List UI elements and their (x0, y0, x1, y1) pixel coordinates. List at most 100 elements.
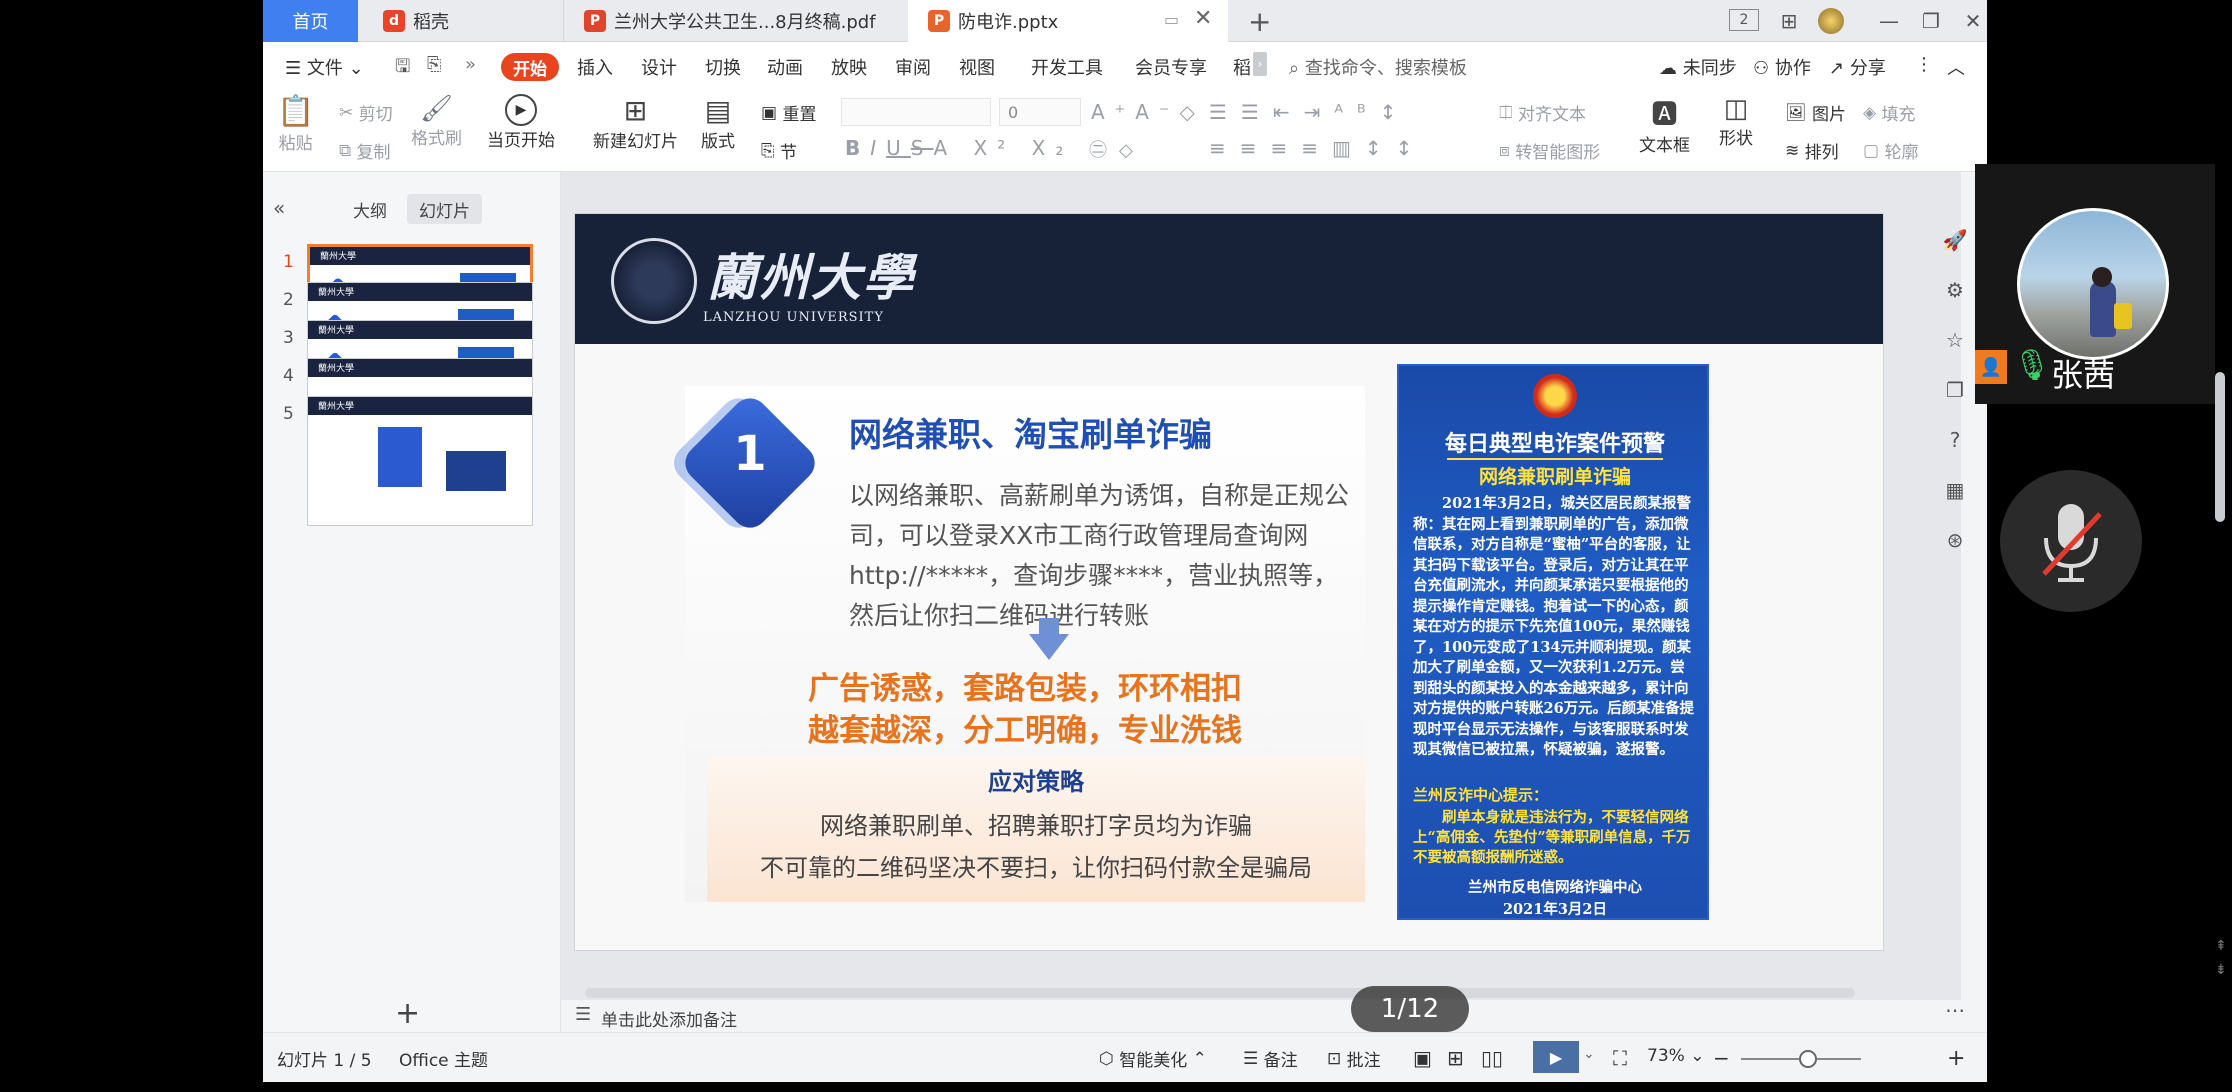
thumb-logo: 蘭州大學 (318, 326, 355, 336)
export-pdf-icon[interactable]: ⎘ (427, 54, 441, 75)
slide-1[interactable]: 蘭州大學 LANZHOU UNIVERSITY 1 网络兼职、淘宝刷单诈骗 以网… (575, 214, 1883, 950)
help-icon[interactable]: ? (1942, 428, 1968, 454)
save-icon[interactable]: 🖫 (395, 54, 410, 84)
copy-button[interactable]: ⧉ 复制 (339, 138, 391, 164)
font-family-select[interactable] (841, 98, 991, 126)
font-size-adjust-icons[interactable]: A⁺A⁻◇ (1091, 100, 1205, 124)
slideshow-play-button[interactable]: ▶ (1533, 1041, 1579, 1073)
mute-button[interactable] (2000, 470, 2142, 612)
scrollbar-thumb[interactable] (2215, 372, 2225, 522)
reset-button[interactable]: ▣ 重置 (761, 100, 816, 126)
outline-button[interactable]: ▢ 轮廓 (1863, 138, 1918, 164)
add-tab-button[interactable]: + (1248, 0, 1271, 42)
tab-docer[interactable]: d 稻壳 (383, 0, 583, 42)
collapse-panel-icon[interactable]: « (273, 196, 285, 220)
next-slide-icon[interactable]: ⇟ (2215, 962, 2227, 978)
menu-transition[interactable]: 切换 (705, 54, 741, 80)
grid-apps-icon[interactable]: ⊞ (1773, 6, 1805, 36)
compass-icon[interactable]: ⊛ (1942, 528, 1968, 554)
more-dots-icon[interactable]: ⋯ (1942, 998, 1968, 1024)
share-button[interactable]: ↗ 分享 (1829, 54, 1886, 80)
list-icons[interactable]: ☰☰⇤⇥ᴬᴮ↕ (1209, 100, 1410, 124)
menu-docer[interactable]: 稻 (1233, 54, 1251, 80)
menu-start[interactable]: 开始 (501, 53, 559, 81)
text-format-icons[interactable]: BIUSA X² X₂ (845, 136, 1073, 160)
tab-pptx[interactable]: P 防电诈.pptx ▭ ✕ (908, 0, 1228, 42)
zoom-out-icon[interactable]: − (1713, 1046, 1730, 1070)
slide-thumbnail-5[interactable]: 蘭州大學 (307, 396, 533, 526)
notes-pane[interactable]: ☰ 单击此处添加备注 (561, 1000, 1961, 1032)
horizontal-scrollbar[interactable] (585, 988, 1855, 998)
ribbon-toolbar: 📋 粘贴 ✂ 剪切 ⧉ 复制 🖌 格式刷 ▶ 当页开始 ⊞ 新建幻灯片 ▤ 版式… (263, 92, 1987, 172)
sync-label: 未同步 (1682, 58, 1737, 79)
collaborate-button[interactable]: ⚇ 协作 (1753, 54, 1811, 80)
paste-button[interactable]: 📋 粘贴 (277, 94, 314, 154)
tab-outline[interactable]: 大纲 (341, 194, 399, 224)
notes-toggle-button[interactable]: ☰ 备注 (1243, 1046, 1298, 1072)
zoom-slider-handle[interactable] (1799, 1050, 1817, 1068)
menu-view[interactable]: 视图 (959, 54, 995, 80)
collapse-ribbon-icon[interactable]: ︿ (1947, 54, 1965, 80)
add-slide-button[interactable]: + (395, 996, 420, 1031)
align-text-button[interactable]: ⎅ 对齐文本 (1499, 100, 1586, 126)
slideshow-options-icon[interactable]: ⌄ (1583, 1046, 1595, 1062)
reading-view-icon[interactable]: ▯▯ (1481, 1046, 1503, 1070)
normal-view-icon[interactable]: ▣ (1413, 1046, 1432, 1070)
layout-button[interactable]: ▤ 版式 (701, 94, 735, 152)
fit-window-icon[interactable]: ⛶ (1613, 1046, 1627, 1070)
menu-insert[interactable]: 插入 (577, 54, 613, 80)
star-icon[interactable]: ☆ (1942, 328, 1968, 354)
menu-scroll-right-icon[interactable]: › (1253, 52, 1267, 76)
play-from-current-button[interactable]: ▶ 当页开始 (487, 94, 555, 151)
float-window-icon[interactable]: ▭ (1164, 10, 1179, 29)
menu-animation[interactable]: 动画 (767, 54, 803, 80)
vertical-scrollbar[interactable] (2213, 372, 2227, 1092)
picture-button[interactable]: 🖼 图片 (1785, 100, 1846, 126)
zoom-level[interactable]: 73% ⌄ (1647, 1046, 1704, 1066)
fill-button[interactable]: ◈ 填充 (1863, 100, 1915, 126)
minimize-icon[interactable]: — (1873, 6, 1905, 36)
theme-name[interactable]: Office 主题 (399, 1046, 488, 1071)
slides-icon[interactable]: ❐ (1942, 378, 1968, 404)
menu-member[interactable]: 会员专享 (1135, 54, 1207, 80)
video-tile[interactable]: 👤 🎙 张茜 (1975, 164, 2215, 404)
arrange-button[interactable]: ≋ 排列 (1785, 138, 1839, 164)
close-window-icon[interactable]: ✕ (1957, 6, 1989, 36)
prev-slide-icon[interactable]: ⇞ (2215, 938, 2227, 954)
sync-status[interactable]: ☁ 未同步 (1659, 54, 1737, 80)
user-avatar-icon[interactable] (1815, 6, 1847, 36)
tab-pdf[interactable]: P 兰州大学公共卫生...8月终稿.pdf (563, 0, 908, 42)
file-menu[interactable]: ☰ 文件 ⌄ (285, 54, 364, 80)
zoom-in-icon[interactable]: + (1947, 1046, 1965, 1071)
shape-button[interactable]: ◫ 形状 (1719, 94, 1753, 149)
paragraph-align-icons[interactable]: ≡≡≡≡▥↕↕ (1209, 136, 1426, 160)
window-layout-icon[interactable]: 2 (1729, 9, 1759, 31)
textbox-button[interactable]: 🅰 文本框 (1639, 94, 1690, 156)
cut-button[interactable]: ✂ 剪切 (339, 100, 393, 126)
more-options-icon[interactable]: ⋮ (1915, 54, 1933, 75)
beautify-button[interactable]: ⬡ 智能美化 ⌃ (1099, 1046, 1207, 1072)
menu-review[interactable]: 审阅 (895, 54, 931, 80)
format-painter-button[interactable]: 🖌 格式刷 (411, 94, 462, 149)
tab-home[interactable]: 首页 (263, 0, 358, 42)
new-slide-button[interactable]: ⊞ 新建幻灯片 (593, 94, 678, 152)
restore-icon[interactable]: ❐ (1915, 6, 1947, 36)
section-button[interactable]: ⎘ 节 (761, 138, 797, 164)
comments-button[interactable]: ⊡ 批注 (1327, 1046, 1381, 1072)
menu-design[interactable]: 设计 (641, 54, 677, 80)
menu-developer[interactable]: 开发工具 (1031, 54, 1103, 80)
strategy-line-1: 网络兼职刷单、招聘兼职打字员均为诈骗 (820, 812, 1252, 840)
sorter-view-icon[interactable]: ⊞ (1447, 1046, 1464, 1070)
font-size-select[interactable]: 0 (999, 98, 1081, 126)
tab-slides[interactable]: 幻灯片 (407, 194, 482, 224)
sliders-icon[interactable]: ⚙ (1942, 278, 1968, 304)
more-quick-icon[interactable]: » (465, 54, 476, 75)
close-tab-icon[interactable]: ✕ (1194, 6, 1212, 31)
rocket-icon[interactable]: 🚀 (1942, 228, 1968, 254)
char-format-icons[interactable]: ㊁◇ (1089, 136, 1145, 162)
smart-art-button[interactable]: ⧈ 转智能图形 (1499, 138, 1600, 164)
thumb-header: 蘭州大學 (308, 359, 532, 377)
image-tools-icon[interactable]: ▦ (1942, 478, 1968, 504)
menu-slideshow[interactable]: 放映 (831, 54, 867, 80)
command-search[interactable]: ⌕ 查找命令、搜索模板 (1289, 54, 1467, 80)
